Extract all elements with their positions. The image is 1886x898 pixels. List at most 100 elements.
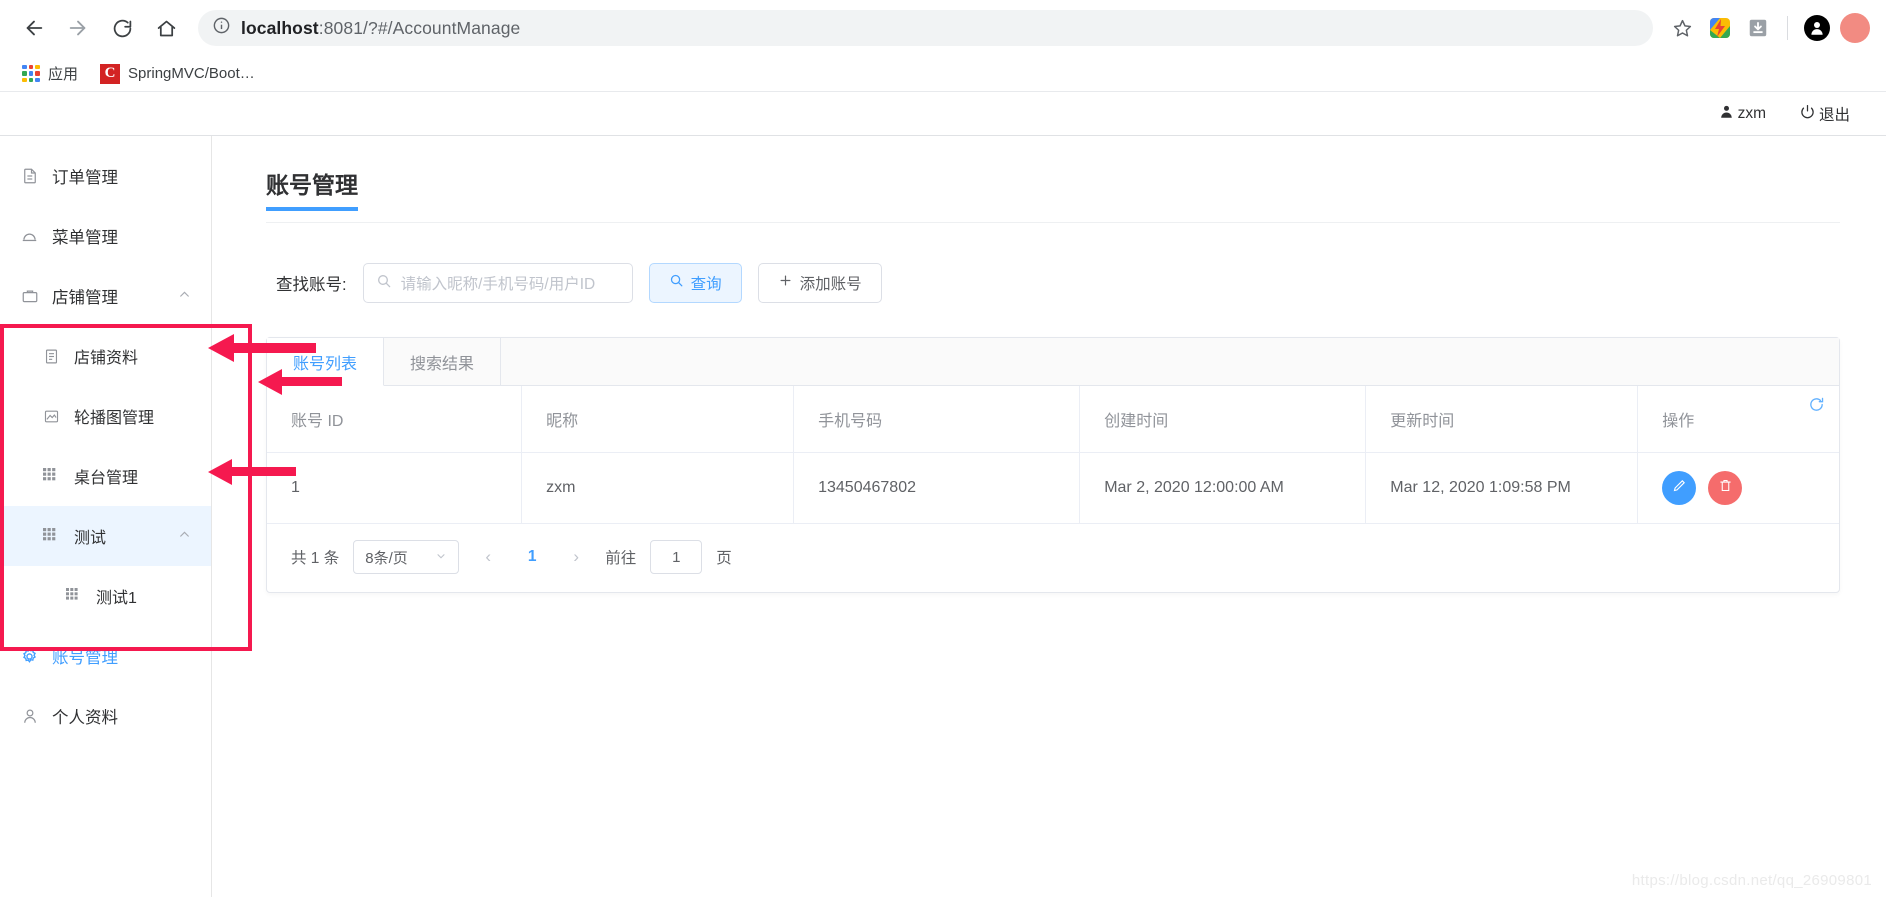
chevron-up-icon[interactable] (178, 288, 191, 304)
query-button[interactable]: 查询 (648, 263, 742, 303)
profile-avatar-icon[interactable] (1800, 11, 1834, 45)
sidebar-item-label: 菜单管理 (52, 229, 118, 247)
cell-created-time: Mar 2, 2020 12:00:00 AM (1079, 452, 1367, 524)
cell-updated-time: Mar 12, 2020 1:09:58 PM (1365, 452, 1639, 524)
tab-label: 账号列表 (293, 355, 358, 373)
column-header-nickname: 昵称 (521, 386, 795, 453)
sidebar-item-shop-management[interactable]: 店铺管理 (0, 266, 211, 326)
column-header-created-time: 创建时间 (1079, 386, 1367, 453)
user-icon (1719, 104, 1734, 124)
bookmark-apps[interactable]: 应用 (14, 59, 86, 88)
search-icon (376, 273, 392, 294)
sidebar-item-label: 店铺资料 (74, 350, 139, 367)
bookmark-label: SpringMVC/Boot… (128, 65, 255, 82)
bookmark-springmvc[interactable]: C SpringMVC/Boot… (92, 60, 263, 88)
person-icon (20, 707, 39, 726)
add-account-label: 添加账号 (799, 276, 862, 293)
pagination: 共 1 条 8条/页 ‹ 1 › 前往 1 页 (267, 524, 1839, 592)
column-header-phone: 手机号码 (793, 386, 1081, 453)
tab-bar: 账号列表 搜索结果 (267, 338, 1839, 386)
pagination-prev-button[interactable]: ‹ (473, 542, 503, 572)
pagination-jump-label: 前往 (605, 550, 637, 567)
search-icon (669, 273, 684, 293)
tab-search-results[interactable]: 搜索结果 (384, 338, 502, 385)
colorful-extension-icon[interactable] (1703, 11, 1737, 45)
pagination-next-button[interactable]: › (561, 542, 591, 572)
table-header-row: 账号 ID 昵称 手机号码 创建时间 更新时间 操作 (267, 386, 1839, 453)
bookmark-label: 应用 (48, 66, 79, 83)
briefcase-icon (20, 287, 39, 306)
main-content: 账号管理 查找账号: 请输入昵称/手机号码/用户ID 查询 添加账号 账号列表 … (212, 136, 1886, 897)
browser-nav-bar: localhost:8081/?#/AccountManage (0, 0, 1886, 56)
page-title-wrapper: 账号管理 (266, 166, 1840, 217)
sidebar-item-test[interactable]: 测试 (0, 506, 211, 566)
accounts-table: 账号 ID 昵称 手机号码 创建时间 更新时间 操作 1 zxm 1345046… (267, 386, 1839, 524)
cell-nickname: zxm (521, 452, 795, 524)
search-input-placeholder: 请输入昵称/手机号码/用户ID (400, 276, 596, 293)
page-title: 账号管理 (266, 166, 358, 211)
sidebar-item-shop-profile[interactable]: 店铺资料 (0, 326, 211, 386)
bookmarks-bar: 应用 C SpringMVC/Boot… (0, 56, 1886, 92)
grid-icon (64, 587, 83, 606)
accounts-table-wrapper: 账号 ID 昵称 手机号码 创建时间 更新时间 操作 1 zxm 1345046… (267, 386, 1839, 524)
sidebar-item-account-management[interactable]: 账号管理 (0, 626, 211, 686)
chevron-up-icon[interactable] (178, 528, 191, 544)
site-info-icon[interactable] (212, 16, 231, 40)
sidebar-item-label: 店铺管理 (52, 289, 118, 307)
sidebar-item-menu-management[interactable]: 菜单管理 (0, 206, 211, 266)
download-icon[interactable] (1741, 11, 1775, 45)
tab-account-list[interactable]: 账号列表 (267, 338, 385, 386)
sidebar-item-table-management[interactable]: 桌台管理 (0, 446, 211, 506)
red-extension-icon[interactable] (1838, 11, 1872, 45)
delete-row-button[interactable] (1708, 471, 1743, 505)
browser-chrome: localhost:8081/?#/AccountManage 应用 C Spr… (0, 0, 1886, 92)
cell-actions (1637, 452, 1839, 524)
bell-dome-icon (20, 227, 39, 246)
picture-icon (42, 407, 61, 426)
forward-arrow-icon[interactable] (58, 8, 98, 48)
current-user[interactable]: zxm (1719, 104, 1766, 124)
sidebar-item-carousel-management[interactable]: 轮播图管理 (0, 386, 211, 446)
search-input[interactable]: 请输入昵称/手机号码/用户ID (362, 263, 633, 303)
power-icon (1800, 104, 1815, 124)
document-icon (42, 347, 61, 366)
trash-icon (1718, 478, 1733, 498)
edit-row-button[interactable] (1662, 471, 1697, 505)
search-toolbar: 查找账号: 请输入昵称/手机号码/用户ID 查询 添加账号 (266, 223, 1840, 337)
cell-phone: 13450467802 (793, 452, 1081, 524)
refresh-icon[interactable] (1808, 396, 1825, 418)
add-account-button[interactable]: 添加账号 (757, 263, 882, 303)
pagination-jump-input[interactable]: 1 (650, 540, 703, 574)
page-size-select[interactable]: 8条/页 (353, 540, 460, 574)
browser-toolbar-icons (1661, 11, 1872, 45)
home-icon[interactable] (146, 8, 186, 48)
current-user-name: zxm (1737, 104, 1766, 122)
pagination-total: 共 1 条 (291, 550, 340, 567)
column-header-account-id: 账号 ID (267, 386, 523, 453)
star-icon[interactable] (1665, 11, 1699, 45)
cell-account-id: 1 (267, 452, 523, 524)
address-bar[interactable]: localhost:8081/?#/AccountManage (198, 10, 1653, 46)
sidebar-item-personal-profile[interactable]: 个人资料 (0, 686, 211, 746)
query-button-label: 查询 (690, 276, 722, 293)
tab-label: 搜索结果 (410, 355, 475, 373)
watermark: https://blog.csdn.net/qq_26909801 (1631, 872, 1872, 889)
spring-icon: C (100, 63, 121, 84)
gear-icon (20, 647, 39, 666)
app-top-header: zxm 退出 (0, 92, 1886, 136)
sidebar-item-order-management[interactable]: 订单管理 (0, 146, 211, 206)
pencil-icon (1672, 478, 1687, 498)
back-arrow-icon[interactable] (14, 8, 54, 48)
app-body: 订单管理 菜单管理 店铺管理 店铺资料 轮播图管理 桌台管理 测试 测试1 账号… (0, 136, 1886, 897)
chevron-down-icon (435, 549, 447, 566)
pagination-page-1[interactable]: 1 (517, 548, 547, 566)
search-label: 查找账号: (276, 276, 347, 294)
plus-icon (778, 273, 793, 293)
sidebar-item-label: 桌台管理 (74, 470, 139, 487)
address-bar-url: localhost:8081/?#/AccountManage (241, 17, 521, 38)
pagination-jump-unit: 页 (716, 550, 732, 567)
sidebar-item-test1[interactable]: 测试1 (0, 566, 211, 626)
logout-button[interactable]: 退出 (1800, 103, 1850, 125)
reload-icon[interactable] (102, 8, 142, 48)
application-root: zxm 退出 订单管理 菜单管理 店铺管理 店铺资料 轮播图管理 桌台管理 测试… (0, 92, 1886, 897)
